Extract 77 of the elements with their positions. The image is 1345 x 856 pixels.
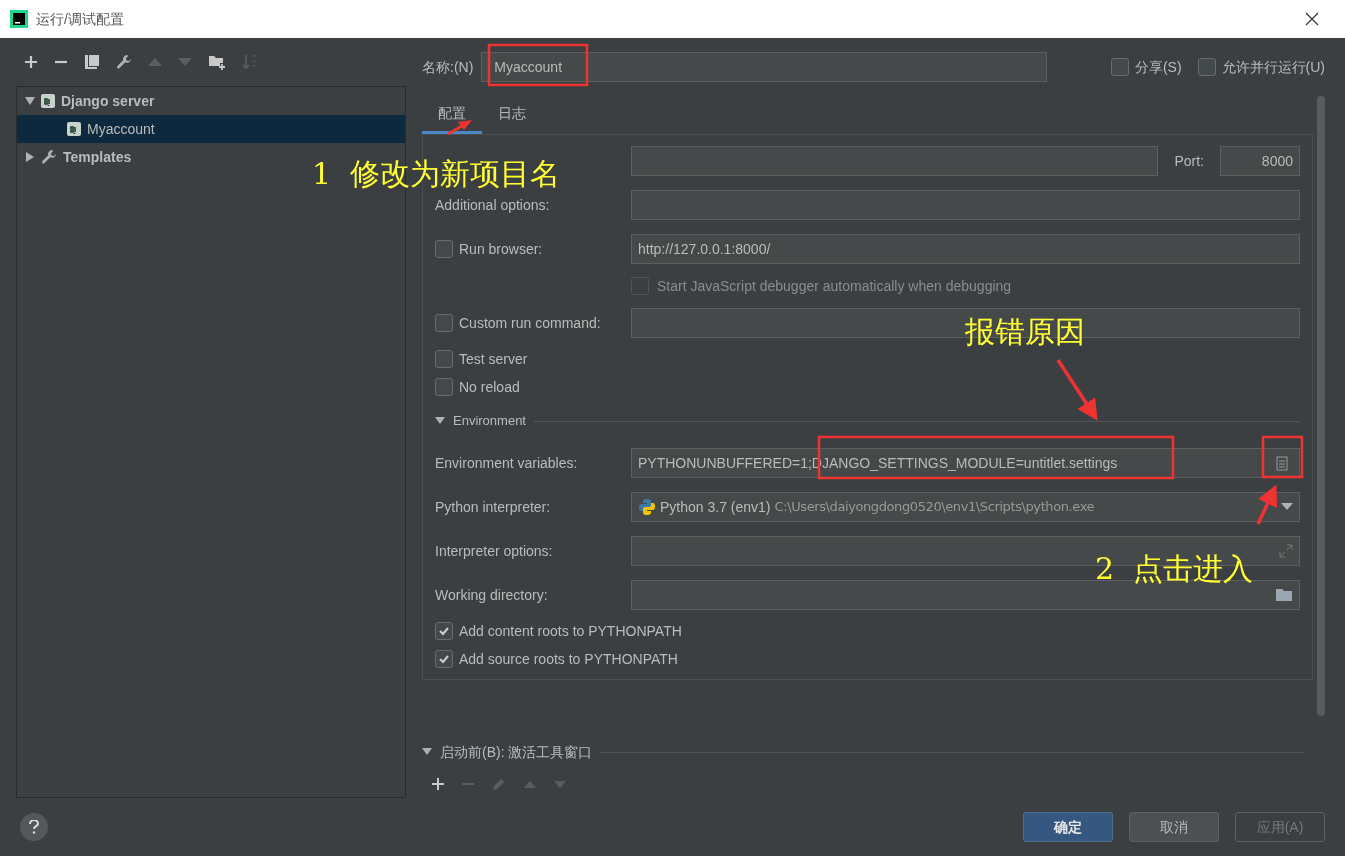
collapse-icon[interactable]: [435, 417, 445, 425]
annotation-text: 2 点击进入: [1095, 550, 1254, 588]
annotation-arrow: [447, 120, 472, 136]
dropdown-arrow-icon: [1281, 503, 1293, 511]
expanded-arrow-icon[interactable]: [25, 96, 35, 106]
interpreter-name: Python 3.7 (env1): [660, 497, 771, 517]
highlight-frame: [1261, 435, 1304, 479]
section-title: Environment: [453, 412, 526, 431]
add-icon[interactable]: [432, 778, 444, 790]
annotation-text: 报错原因: [965, 313, 1085, 351]
django-icon: [41, 94, 55, 108]
tree-item[interactable]: Django server: [17, 87, 405, 115]
field-label: Environment variables:: [435, 455, 578, 471]
check-icon: [438, 653, 450, 665]
field-label: Add content roots to PYTHONPATH: [459, 621, 682, 641]
wrench-icon: [41, 149, 57, 165]
field-label: Python interpreter:: [435, 499, 551, 515]
python-icon: [638, 498, 656, 516]
close-icon[interactable]: [1305, 12, 1319, 26]
move-up-icon[interactable]: [148, 58, 162, 66]
help-button[interactable]: [20, 813, 48, 841]
checkbox-label: Start JavaScript debugger automatically when debugging: [657, 276, 1012, 296]
move-down-icon[interactable]: [178, 58, 192, 66]
edit-icon[interactable]: [492, 777, 506, 791]
checkbox[interactable]: [435, 350, 453, 368]
checkbox[interactable]: [435, 650, 453, 668]
annotation-arrow: [1256, 484, 1278, 525]
field-label: Custom run command:: [459, 313, 601, 333]
interpreter-path: C:\Users\daiyongdong0520\env1\Scripts\python.exe: [774, 498, 1095, 517]
field-label: Run browser:: [459, 239, 543, 259]
field-label: Additional options:: [435, 197, 550, 213]
field-label: No reload: [459, 377, 520, 397]
checkbox[interactable]: [435, 314, 453, 332]
question-icon: [29, 820, 39, 834]
window-title: 运行/调试配置: [36, 9, 124, 29]
checkbox[interactable]: [1110, 58, 1129, 76]
input-field[interactable]: Myaccount: [481, 52, 1048, 82]
new-folder-icon[interactable]: [208, 54, 226, 70]
checkbox-label: 允许并行运行(U): [1221, 57, 1325, 77]
app-logo-icon: [10, 10, 28, 28]
checkbox[interactable]: [435, 378, 453, 396]
move-up-icon[interactable]: [524, 780, 536, 788]
folder-icon[interactable]: [1275, 588, 1293, 602]
port-label: Port:: [1174, 151, 1204, 171]
sort-icon[interactable]: [242, 54, 258, 70]
port-field[interactable]: 8000: [1220, 146, 1300, 176]
scrollbar[interactable]: [1317, 96, 1325, 716]
expand-icon[interactable]: [1279, 544, 1293, 558]
wrench-icon: [116, 54, 132, 70]
checkbox[interactable]: [435, 622, 453, 640]
check-icon: [438, 625, 450, 637]
field-label: Test server: [459, 349, 528, 369]
document-icon: [1276, 455, 1288, 471]
section-title: 启动前(B): 激活工具窗口: [440, 742, 593, 762]
checkbox-label: 分享(S): [1134, 57, 1182, 77]
input-field[interactable]: [631, 190, 1300, 220]
django-icon: [67, 122, 81, 136]
annotation-text: 1 修改为新项目名: [312, 155, 561, 193]
field-label: Interpreter options:: [435, 543, 553, 559]
name-label: 名称:(N): [422, 57, 474, 77]
input-field[interactable]: http://127.0.0.1:8000/: [631, 234, 1300, 264]
annotation-arrow: [1056, 359, 1098, 421]
tab[interactable]: 日志: [482, 96, 542, 134]
dialog-button[interactable]: 确定: [1023, 812, 1113, 842]
field-label: Working directory:: [435, 587, 548, 603]
add-icon[interactable]: [24, 55, 38, 69]
interpreter-dropdown[interactable]: Python 3.7 (env1) C:\Users\daiyongdong0520\env1\Scripts\python.exe: [631, 492, 1300, 522]
move-down-icon[interactable]: [554, 780, 566, 788]
dialog-button[interactable]: 取消: [1129, 812, 1219, 842]
input-field[interactable]: [631, 146, 1159, 176]
field-label: Add source roots to PYTHONPATH: [459, 649, 678, 669]
collapse-icon[interactable]: [422, 748, 432, 756]
tree-item[interactable]: Myaccount: [17, 115, 405, 143]
collapsed-arrow-icon[interactable]: [25, 152, 35, 162]
checkbox[interactable]: [1197, 58, 1216, 76]
copy-icon[interactable]: [84, 54, 100, 70]
checkbox[interactable]: [435, 240, 453, 258]
